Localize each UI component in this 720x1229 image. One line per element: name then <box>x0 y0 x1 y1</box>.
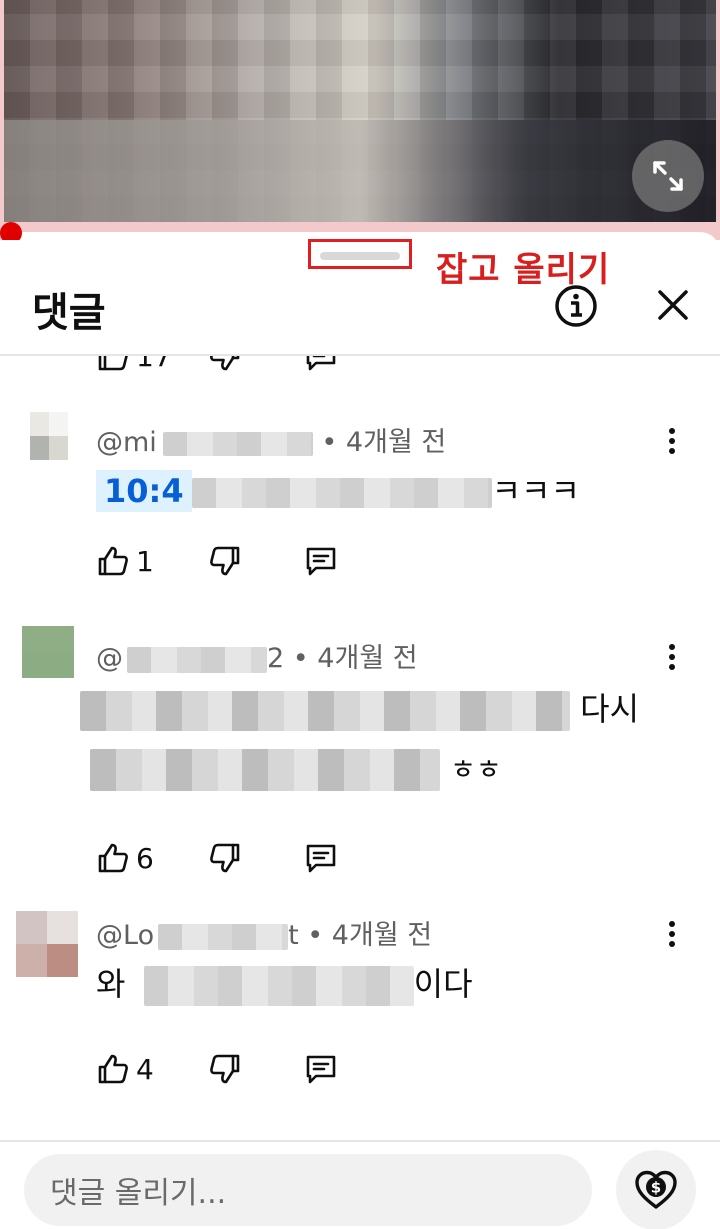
comment-input[interactable]: 댓글 올리기... <box>24 1154 592 1226</box>
comment-meta: @mi • 4개월 전 <box>96 427 447 458</box>
comment-text: 와 이다 <box>96 959 473 1006</box>
thumb-up-icon <box>98 1054 128 1084</box>
comment-more-button[interactable] <box>660 426 684 456</box>
like-button[interactable]: 17 <box>96 356 172 376</box>
like-count: 4 <box>136 1052 154 1086</box>
thumb-up-icon <box>98 546 128 576</box>
dislike-button[interactable] <box>208 838 242 878</box>
comment-age: 4개월 전 <box>345 427 447 458</box>
comment-actions: 4 <box>96 1049 396 1089</box>
video-player[interactable] <box>0 0 720 240</box>
redacted-text <box>127 646 267 673</box>
comment-input-placeholder: 댓글 올리기... <box>50 1176 227 1211</box>
comment-actions: 1 <box>96 541 396 581</box>
comment-actions: 6 <box>96 838 396 878</box>
comment-author[interactable]: @Lo <box>96 920 154 951</box>
comment-meta: @Lo t • 4개월 전 <box>96 920 433 951</box>
comments-sheet: 잡고 올리기 댓글 17 @mi • 4개월 전 10:4 ㅋㅋㅋ 1 @ 2 … <box>0 232 720 1229</box>
info-button[interactable] <box>552 282 600 330</box>
thumb-up-icon <box>98 356 128 371</box>
comment-text-suffix: ㅋㅋㅋ <box>491 472 580 510</box>
reply-button[interactable] <box>304 356 338 376</box>
more-vert-icon <box>669 428 675 434</box>
comment-text-suffix: 다시 <box>580 690 640 728</box>
thumb-down-icon <box>210 1054 240 1084</box>
more-vert-icon <box>669 921 675 927</box>
previous-comment-actions: 17 <box>96 356 396 376</box>
comment-author[interactable]: @ <box>96 643 123 674</box>
comment-more-button[interactable] <box>660 642 684 672</box>
composer-divider <box>0 1140 720 1142</box>
comment-text-suffix: 이다 <box>413 965 473 1003</box>
reply-button[interactable] <box>304 838 338 878</box>
comment-item: @Lo t • 4개월 전 와 이다 4 <box>0 911 720 1140</box>
avatar[interactable] <box>16 911 78 977</box>
redacted-text <box>143 966 414 1006</box>
avatar[interactable] <box>30 412 68 460</box>
screen: 잡고 올리기 댓글 17 @mi • 4개월 전 10:4 ㅋㅋㅋ 1 @ 2 … <box>0 0 720 1229</box>
redacted-text <box>90 749 440 791</box>
svg-text:$: $ <box>651 1179 661 1197</box>
expand-icon <box>653 161 683 191</box>
dislike-button[interactable] <box>208 541 242 581</box>
drag-handle[interactable] <box>320 252 400 260</box>
more-vert-icon <box>669 644 675 650</box>
comment-age: 4개월 전 <box>317 643 418 674</box>
reply-icon <box>306 1055 336 1084</box>
redacted-text <box>80 691 570 731</box>
thumb-down-icon <box>210 546 240 576</box>
comment-age: 4개월 전 <box>331 920 433 951</box>
sheet-title: 댓글 <box>32 290 106 336</box>
reply-icon <box>306 844 336 873</box>
like-button[interactable]: 1 <box>96 541 154 581</box>
comment-text-prefix: 와 <box>96 965 126 1003</box>
video-frame <box>4 0 716 222</box>
redacted-text <box>158 923 289 950</box>
comment-item: @mi • 4개월 전 10:4 ㅋㅋㅋ 1 <box>0 406 720 626</box>
timestamp-link[interactable]: 10:4 <box>96 470 192 512</box>
heart-dollar-icon: $ <box>635 1170 677 1209</box>
avatar[interactable] <box>22 626 74 678</box>
comment-author[interactable]: @mi <box>96 427 157 458</box>
reply-button[interactable] <box>304 1049 338 1089</box>
comment-item: @2 • 4개월 전 다시 ㅎㅎ 6 <box>0 626 720 896</box>
comment-text-line-2: ㅎㅎ <box>90 748 502 791</box>
like-count: 6 <box>136 841 154 875</box>
info-icon <box>555 285 597 327</box>
comment-text-line-1: 다시 <box>80 684 639 731</box>
thumb-up-icon <box>98 843 128 873</box>
close-icon <box>658 290 688 320</box>
comments-list[interactable]: 17 @mi • 4개월 전 10:4 ㅋㅋㅋ 1 @ 2 • 4개월 전 다시… <box>0 356 720 1140</box>
comment-meta: @2 • 4개월 전 <box>96 643 418 674</box>
reply-icon <box>306 547 336 576</box>
close-button[interactable] <box>650 282 696 328</box>
reply-button[interactable] <box>304 541 338 581</box>
thumb-down-icon <box>210 356 240 371</box>
dislike-button[interactable] <box>208 1049 242 1089</box>
reply-icon <box>306 356 336 371</box>
fullscreen-button[interactable] <box>632 140 704 212</box>
comment-text-suffix: ㅎㅎ <box>450 753 502 786</box>
like-count: 17 <box>136 356 172 373</box>
comment-more-button[interactable] <box>660 919 684 949</box>
like-button[interactable]: 6 <box>96 838 154 878</box>
progress-scrubber[interactable] <box>0 222 22 240</box>
comment-author-suffix: t <box>288 920 299 951</box>
redacted-text <box>162 431 313 456</box>
super-thanks-button[interactable]: $ <box>616 1150 696 1229</box>
dislike-button[interactable] <box>208 356 242 376</box>
comment-text: 10:4 ㅋㅋㅋ <box>96 466 580 512</box>
like-button[interactable]: 4 <box>96 1049 154 1089</box>
like-count: 1 <box>136 544 154 578</box>
redacted-text <box>191 478 492 508</box>
thumb-down-icon <box>210 843 240 873</box>
comment-author-suffix: 2 <box>267 643 285 674</box>
